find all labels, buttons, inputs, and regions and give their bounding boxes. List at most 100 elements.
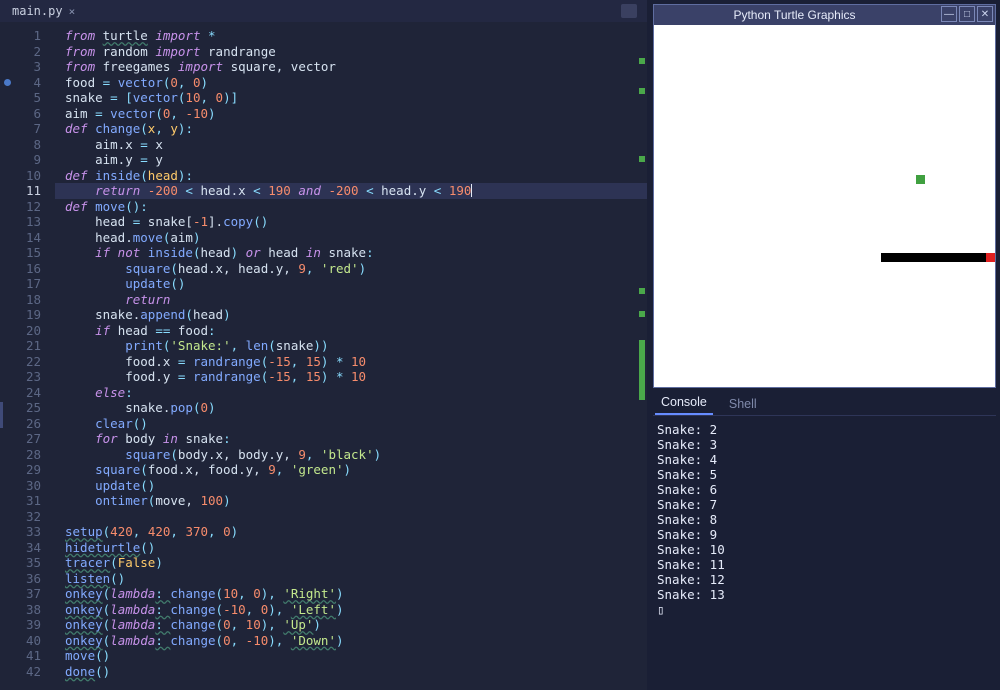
code-line[interactable]: snake = [vector(10, 0)] [55,90,647,106]
console-output[interactable]: Snake: 2 Snake: 3 Snake: 4 Snake: 5 Snak… [653,416,996,686]
code-line[interactable]: print('Snake:', len(snake)) [55,338,647,354]
line-number[interactable]: 38 [0,602,55,618]
turtle-titlebar[interactable]: Python Turtle Graphics — □ ✕ [654,5,995,25]
line-number[interactable]: 27 [0,431,55,447]
code-line[interactable]: done() [55,664,647,680]
line-number[interactable]: 4 [0,75,55,91]
minimap-viewport[interactable] [639,340,645,400]
line-number[interactable]: 1 [0,28,55,44]
code-line[interactable]: def inside(head): [55,168,647,184]
code-line[interactable]: snake.pop(0) [55,400,647,416]
code-line[interactable]: onkey(lambda: change(0, -10), 'Down') [55,633,647,649]
line-number[interactable]: 28 [0,447,55,463]
minimap[interactable] [637,22,645,690]
code-line[interactable]: clear() [55,416,647,432]
code-line[interactable] [55,509,647,525]
code-line[interactable]: from turtle import * [55,28,647,44]
code-area[interactable]: 1234567891011121314151617181920212223242… [0,22,647,690]
line-number[interactable]: 15 [0,245,55,261]
code-line[interactable]: update() [55,478,647,494]
maximize-icon[interactable]: □ [959,6,975,22]
line-gutter[interactable]: 1234567891011121314151617181920212223242… [0,22,55,690]
line-number[interactable]: 19 [0,307,55,323]
line-number[interactable]: 14 [0,230,55,246]
line-number[interactable]: 17 [0,276,55,292]
code-line[interactable]: square(food.x, food.y, 9, 'green') [55,462,647,478]
code-line[interactable]: setup(420, 420, 370, 0) [55,524,647,540]
line-number[interactable]: 30 [0,478,55,494]
line-number[interactable]: 8 [0,137,55,153]
line-number[interactable]: 42 [0,664,55,680]
line-number[interactable]: 29 [0,462,55,478]
line-number[interactable]: 22 [0,354,55,370]
line-number[interactable]: 11 [0,183,55,199]
line-number[interactable]: 3 [0,59,55,75]
line-number[interactable]: 13 [0,214,55,230]
code-line[interactable]: onkey(lambda: change(0, 10), 'Up') [55,617,647,633]
code-line[interactable]: def move(): [55,199,647,215]
toolbar-menu-icon[interactable] [621,4,637,18]
line-number[interactable]: 33 [0,524,55,540]
line-number[interactable]: 5 [0,90,55,106]
code-text[interactable]: from turtle import *from random import r… [55,22,647,690]
breakpoint-icon[interactable] [4,79,11,86]
line-number[interactable]: 26 [0,416,55,432]
line-number[interactable]: 32 [0,509,55,525]
code-line[interactable]: else: [55,385,647,401]
code-line[interactable]: food = vector(0, 0) [55,75,647,91]
close-icon[interactable]: × [69,5,76,18]
code-line[interactable]: head.move(aim) [55,230,647,246]
line-number[interactable]: 2 [0,44,55,60]
line-number[interactable]: 9 [0,152,55,168]
line-number[interactable]: 41 [0,648,55,664]
line-number[interactable]: 36 [0,571,55,587]
line-number[interactable]: 7 [0,121,55,137]
line-number[interactable]: 20 [0,323,55,339]
line-number[interactable]: 35 [0,555,55,571]
code-line[interactable]: food.y = randrange(-15, 15) * 10 [55,369,647,385]
line-number[interactable]: 10 [0,168,55,184]
line-number[interactable]: 21 [0,338,55,354]
code-line[interactable]: return -200 < head.x < 190 and -200 < he… [55,183,647,199]
code-line[interactable]: listen() [55,571,647,587]
line-number[interactable]: 25 [0,400,55,416]
code-line[interactable]: from random import randrange [55,44,647,60]
line-number[interactable]: 23 [0,369,55,385]
code-line[interactable]: onkey(lambda: change(-10, 0), 'Left') [55,602,647,618]
line-number[interactable]: 16 [0,261,55,277]
code-line[interactable]: from freegames import square, vector [55,59,647,75]
line-number[interactable]: 40 [0,633,55,649]
minimize-icon[interactable]: — [941,6,957,22]
code-line[interactable]: return [55,292,647,308]
code-line[interactable]: ontimer(move, 100) [55,493,647,509]
close-icon[interactable]: ✕ [977,6,993,22]
line-number[interactable]: 31 [0,493,55,509]
code-line[interactable]: aim.y = y [55,152,647,168]
code-line[interactable]: hideturtle() [55,540,647,556]
line-number[interactable]: 37 [0,586,55,602]
code-line[interactable]: square(head.x, head.y, 9, 'red') [55,261,647,277]
code-line[interactable]: move() [55,648,647,664]
code-line[interactable]: head = snake[-1].copy() [55,214,647,230]
code-line[interactable]: snake.append(head) [55,307,647,323]
code-line[interactable]: if head == food: [55,323,647,339]
code-line[interactable]: def change(x, y): [55,121,647,137]
editor-tab-main-py[interactable]: main.py × [6,1,81,21]
line-number[interactable]: 18 [0,292,55,308]
code-line[interactable]: food.x = randrange(-15, 15) * 10 [55,354,647,370]
code-line[interactable]: square(body.x, body.y, 9, 'black') [55,447,647,463]
line-number[interactable]: 6 [0,106,55,122]
code-line[interactable]: aim = vector(0, -10) [55,106,647,122]
line-number[interactable]: 34 [0,540,55,556]
line-number[interactable]: 39 [0,617,55,633]
console-tab-console[interactable]: Console [655,391,713,415]
code-line[interactable]: aim.x = x [55,137,647,153]
code-line[interactable]: onkey(lambda: change(10, 0), 'Right') [55,586,647,602]
line-number[interactable]: 12 [0,199,55,215]
code-line[interactable]: for body in snake: [55,431,647,447]
line-number[interactable]: 24 [0,385,55,401]
code-line[interactable]: tracer(False) [55,555,647,571]
console-tab-shell[interactable]: Shell [723,393,763,415]
code-line[interactable]: update() [55,276,647,292]
code-line[interactable]: if not inside(head) or head in snake: [55,245,647,261]
